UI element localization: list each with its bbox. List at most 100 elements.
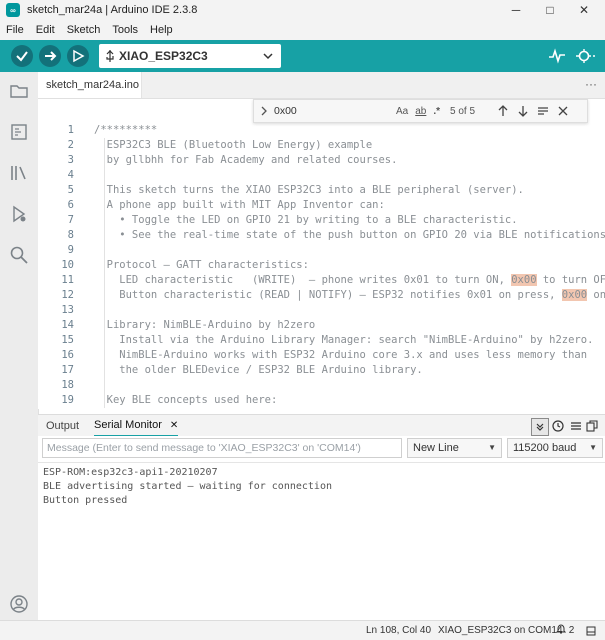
library-manager-icon[interactable] (9, 163, 29, 183)
serial-output[interactable]: ESP-ROM:esp32c3-api1-20210207 BLE advert… (38, 462, 605, 620)
minimize-button[interactable]: ─ (499, 0, 533, 20)
arrow-up-icon[interactable] (497, 105, 509, 117)
menu-bar: File Edit Sketch Tools Help (0, 20, 605, 40)
code-line: NimBLE-Arduino works with ESP32 Arduino … (94, 348, 605, 363)
toolbar: XIAO_ESP32C3 (0, 40, 605, 72)
chevron-right-icon[interactable] (260, 106, 268, 116)
serial-monitor-tab-label: Serial Monitor (94, 419, 162, 431)
code-text: LED characteristic (WRITE) — phone write… (94, 274, 512, 286)
code-line: Key BLE concepts used here: (94, 393, 605, 408)
panel-toggle-icon[interactable] (586, 626, 596, 636)
find-in-selection-icon[interactable] (537, 105, 549, 117)
output-line: BLE advertising started — waiting for co… (43, 481, 332, 492)
tab-output[interactable]: Output (46, 415, 79, 437)
arduino-logo-icon: ∞ (6, 3, 20, 17)
find-widget: Aa ab .* 5 of 5 (253, 99, 588, 123)
code-text: Button characteristic (READ | NOTIFY) — … (94, 289, 562, 301)
upload-button[interactable] (39, 45, 61, 67)
line-number: 9 (67, 244, 74, 256)
baud-rate-select[interactable]: 115200 baud ▼ (507, 438, 603, 458)
code-line: This sketch turns the XIAO ESP32C3 into … (94, 183, 605, 198)
line-number: 19 (61, 394, 74, 406)
close-button[interactable]: ✕ (567, 0, 601, 20)
clear-list-icon (571, 422, 581, 430)
code-text: the older BLEDevice / ESP32 BLE Arduino … (94, 364, 423, 376)
serial-input-row: New Line ▼ 115200 baud ▼ (38, 436, 605, 462)
chevron-down-icon (263, 53, 273, 60)
line-number: 8 (67, 229, 74, 241)
match-case-toggle[interactable]: Aa (396, 106, 408, 117)
code-text: This sketch turns the XIAO ESP32C3 into … (94, 184, 524, 196)
code-line: by gllbhh for Fab Academy and related co… (94, 153, 605, 168)
dropdown-arrow-icon: ▼ (488, 443, 496, 452)
bell-icon (555, 624, 567, 634)
debug-icon (73, 49, 85, 63)
autoscroll-toggle[interactable] (531, 418, 549, 436)
verify-button[interactable] (11, 45, 33, 67)
clock-icon (552, 420, 564, 432)
code-line: Library: NimBLE-Arduino by h2zero (94, 318, 605, 333)
code-editor[interactable]: 1 2 3 4 5 6 7 8 9 10 11 12 13 14 15 16 17 18 19 /*********… (38, 99, 605, 409)
menu-help[interactable]: Help (144, 24, 179, 36)
more-tabs-icon[interactable]: ··· (585, 77, 597, 91)
line-number: 2 (67, 139, 74, 151)
line-number: 10 (61, 259, 74, 271)
tab-sketch-file[interactable]: sketch_mar24a.ino (38, 72, 142, 98)
boards-manager-icon[interactable] (9, 122, 29, 142)
sketchbook-folder-icon[interactable] (9, 81, 29, 101)
serial-monitor-icon[interactable] (576, 47, 596, 65)
serial-message-input[interactable] (42, 438, 402, 458)
board-port-status[interactable]: XIAO_ESP32C3 on COM14 (438, 621, 563, 640)
arrow-down-icon[interactable] (517, 105, 529, 117)
panel-header: Output Serial Monitor ✕ (38, 414, 605, 437)
code-text: • See the real-time state of the push bu… (94, 229, 605, 241)
code-text: /********* (94, 124, 158, 136)
code-text: NimBLE-Arduino works with ESP32 Arduino … (94, 349, 588, 361)
line-number: 15 (61, 334, 74, 346)
close-serial-tab-icon[interactable]: ✕ (170, 420, 178, 431)
timestamp-toggle[interactable] (550, 418, 566, 434)
notifications[interactable]: 2 (555, 621, 575, 640)
code-text: Key BLE concepts used here: (94, 394, 278, 406)
debug-button[interactable] (67, 45, 89, 67)
find-input[interactable] (274, 103, 392, 119)
line-ending-value: New Line (413, 442, 459, 454)
output-line: ESP-ROM:esp32c3-api1-20210207 (43, 467, 218, 478)
title-bar: ∞ sketch_mar24a | Arduino IDE 2.3.8 ─ □ … (0, 0, 605, 20)
code-content[interactable]: /********* ESP32C3 BLE (Bluetooth Low En… (94, 123, 605, 408)
menu-edit[interactable]: Edit (30, 24, 61, 36)
search-icon[interactable] (9, 245, 29, 265)
window-title: sketch_mar24a | Arduino IDE 2.3.8 (27, 4, 198, 16)
notification-count: 2 (568, 625, 575, 636)
copy-icon (586, 420, 598, 432)
code-line: Button characteristic (READ | NOTIFY) — … (94, 288, 605, 303)
regex-toggle[interactable]: .* (433, 106, 440, 117)
code-line: A phone app built with MIT App Inventor … (94, 198, 605, 213)
board-selector[interactable]: XIAO_ESP32C3 (99, 44, 281, 68)
code-text: ESP32C3 BLE (Bluetooth Low Energy) examp… (94, 139, 373, 151)
debug-sidebar-icon[interactable] (9, 204, 29, 224)
menu-sketch[interactable]: Sketch (61, 24, 107, 36)
code-text: Protocol — GATT characteristics: (94, 259, 309, 271)
code-text: by gllbhh for Fab Academy and related co… (94, 154, 398, 166)
clear-output-button[interactable] (568, 418, 584, 434)
menu-file[interactable]: File (0, 24, 30, 36)
editor-tab-bar: sketch_mar24a.ino ··· (38, 72, 605, 99)
menu-tools[interactable]: Tools (106, 24, 144, 36)
output-line: Button pressed (43, 495, 128, 506)
code-line: Protocol — GATT characteristics: (94, 258, 605, 273)
line-ending-select[interactable]: New Line ▼ (407, 438, 502, 458)
account-icon[interactable] (9, 594, 29, 614)
cursor-position[interactable]: Ln 108, Col 40 (366, 621, 431, 640)
tab-serial-monitor[interactable]: Serial Monitor ✕ (94, 415, 179, 437)
code-text: A phone app built with MIT App Inventor … (94, 199, 385, 211)
maximize-button[interactable]: □ (533, 0, 567, 20)
whole-word-toggle[interactable]: ab (415, 106, 426, 117)
line-number: 14 (61, 319, 74, 331)
serial-plotter-icon[interactable] (548, 48, 566, 64)
close-find-icon[interactable] (558, 106, 568, 116)
copy-output-button[interactable] (584, 418, 600, 434)
